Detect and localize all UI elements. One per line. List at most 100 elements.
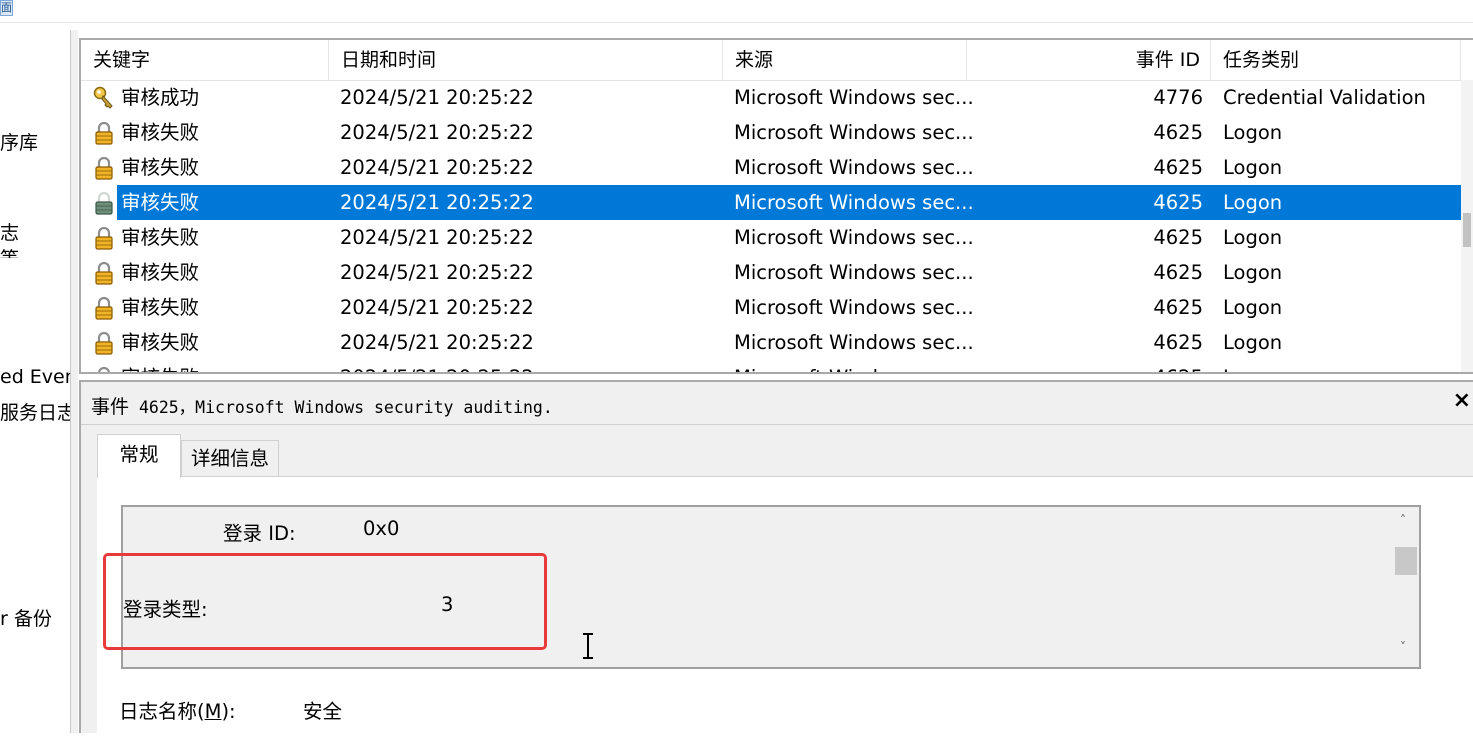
column-header-datetime[interactable]: 日期和时间 xyxy=(329,40,723,80)
table-row[interactable]: 审核失败 2024/5/21 20:25:22 Microsoft Windows … xyxy=(81,185,1461,220)
lock-icon xyxy=(95,226,113,250)
table-row[interactable]: 审核失败 2024/5/21 20:25:22 Microsoft Windows … xyxy=(81,325,1461,360)
cell-event-id: 4776 xyxy=(1153,86,1203,109)
cell-datetime: 2024/5/21 20:25:22 xyxy=(340,121,534,144)
table-row[interactable]: 审核失败 2024/5/21 20:25:22 Microsoft Windows … xyxy=(81,360,1461,372)
cell-task-category: Logon xyxy=(1223,331,1283,354)
cell-source: Microsoft Windows sec... xyxy=(734,360,974,372)
logon-id-label: 登录 ID: xyxy=(223,522,296,545)
tree-item-1[interactable]: 志 xyxy=(0,218,19,245)
scroll-down-icon[interactable]: ˅ xyxy=(1400,640,1406,654)
list-header: 关键字 日期和时间 来源 事件 ID 任务类别 xyxy=(81,40,1473,81)
cell-event-id: 4625 xyxy=(1153,261,1203,284)
detail-title-text: 4625，Microsoft Windows security auditing… xyxy=(129,398,553,417)
cell-keyword: 审核成功 xyxy=(121,86,200,109)
divider xyxy=(81,424,1473,425)
description-scrollbar[interactable]: ˄ ˅ xyxy=(1393,507,1419,667)
lock-icon xyxy=(95,331,113,355)
column-header-keyword[interactable]: 关键字 xyxy=(81,40,329,80)
table-row[interactable]: 审核失败 2024/5/21 20:25:22 Microsoft Windows … xyxy=(81,150,1461,185)
lock-icon xyxy=(95,156,113,180)
cell-keyword: 审核失败 xyxy=(121,191,200,214)
scroll-up-icon[interactable]: ˄ xyxy=(1400,513,1406,527)
cell-event-id: 4625 xyxy=(1153,156,1203,179)
lock-icon xyxy=(98,366,110,372)
cell-source: Microsoft Windows sec... xyxy=(734,121,974,144)
cell-datetime: 2024/5/21 20:25:22 xyxy=(340,331,534,354)
lock-icon xyxy=(95,296,113,320)
logon-id-value: 0x0 xyxy=(363,517,400,540)
cell-event-id: 4625 xyxy=(1153,121,1203,144)
cell-keyword: 审核失败 xyxy=(121,296,200,319)
cell-keyword: 审核失败 xyxy=(121,360,199,372)
cell-datetime: 2024/5/21 20:25:22 xyxy=(340,191,534,214)
tab-details[interactable]: 详细信息 xyxy=(181,440,279,476)
table-row[interactable]: 审核失败 2024/5/21 20:25:22 Microsoft Windows … xyxy=(81,115,1461,150)
cell-keyword: 审核失败 xyxy=(121,121,200,144)
description-scrollbar-thumb[interactable] xyxy=(1395,547,1417,575)
detail-title-prefix: 事件 xyxy=(91,396,130,418)
cell-keyword: 审核失败 xyxy=(121,156,200,179)
table-row[interactable]: 审核失败 2024/5/21 20:25:22 Microsoft Windows … xyxy=(81,255,1461,290)
column-header-source[interactable]: 来源 xyxy=(723,40,967,80)
cell-source: Microsoft Windows sec... xyxy=(734,191,974,214)
cell-event-id: 4625 xyxy=(1153,296,1203,319)
cell-datetime: 2024/5/21 20:25:22 xyxy=(340,226,534,249)
cell-keyword: 审核失败 xyxy=(121,331,200,354)
lock-icon xyxy=(95,261,113,285)
pane-splitter[interactable] xyxy=(70,30,78,733)
cell-event-id: 4625 xyxy=(967,360,1203,372)
column-header-task-category[interactable]: 任务类别 xyxy=(1211,40,1461,80)
log-name-label-post: ): xyxy=(221,700,236,723)
column-header-event-id[interactable]: 事件 ID xyxy=(967,40,1211,80)
tree-item-2[interactable]: 等 xyxy=(0,244,19,258)
cell-source: Microsoft Windows sec... xyxy=(734,296,974,319)
menu-icon[interactable]: 面 xyxy=(0,0,13,16)
cell-task-category: Logon xyxy=(1223,226,1283,249)
cell-task-category: Credential Validation xyxy=(1223,86,1426,109)
cell-source: Microsoft Windows sec... xyxy=(734,86,974,109)
cell-source: Microsoft Windows sec... xyxy=(734,156,974,179)
cell-event-id: 4625 xyxy=(1153,331,1203,354)
cell-datetime: 2024/5/21 20:25:22 xyxy=(340,261,534,284)
key-icon xyxy=(93,86,113,109)
navigation-tree: 序库 志 等 ed Even 服务日志 r 备份 xyxy=(0,30,71,733)
highlight-box xyxy=(103,553,547,650)
tree-item-0[interactable]: 序库 xyxy=(0,128,38,155)
table-row[interactable]: 审核失败 2024/5/21 20:25:22 Microsoft Windows … xyxy=(81,220,1461,255)
cell-keyword: 审核失败 xyxy=(121,226,200,249)
cell-source: Microsoft Windows sec... xyxy=(734,226,974,249)
lock-icon xyxy=(95,191,113,215)
table-row[interactable]: 审核成功 2024/5/21 20:25:22 Microsoft Windows … xyxy=(81,80,1461,115)
cell-task-category: Logon xyxy=(1223,360,1282,372)
log-name-label: 日志名称(M): xyxy=(119,695,236,724)
cell-datetime: 2024/5/21 20:25:22 xyxy=(340,156,534,179)
tree-item-4[interactable]: 服务日志 xyxy=(0,398,70,425)
list-scrollbar-thumb[interactable] xyxy=(1463,213,1471,247)
log-name-value: 安全 xyxy=(303,700,343,723)
cell-datetime: 2024/5/21 20:25:22 xyxy=(340,360,534,372)
table-row[interactable]: 审核失败 2024/5/21 20:25:22 Microsoft Windows … xyxy=(81,290,1461,325)
cell-task-category: Logon xyxy=(1223,261,1283,284)
cell-task-category: Logon xyxy=(1223,296,1283,319)
top-menu-strip: 面 xyxy=(0,0,1473,23)
lock-icon xyxy=(95,121,113,145)
cell-task-category: Logon xyxy=(1223,191,1283,214)
cell-keyword: 审核失败 xyxy=(121,261,200,284)
tab-general[interactable]: 常规 xyxy=(97,434,181,478)
cell-task-category: Logon xyxy=(1223,121,1283,144)
close-icon[interactable]: × xyxy=(1453,388,1471,413)
cell-datetime: 2024/5/21 20:25:22 xyxy=(340,86,534,109)
log-name-label-pre: 日志名称( xyxy=(119,700,205,723)
tree-item-3[interactable]: ed Even xyxy=(0,366,70,388)
tree-item-5[interactable]: r 备份 xyxy=(0,604,52,631)
cell-event-id: 4625 xyxy=(1153,191,1203,214)
cell-source: Microsoft Windows sec... xyxy=(734,331,974,354)
event-list: 关键字 日期和时间 来源 事件 ID 任务类别 审核成功 2024/5/21 20… xyxy=(79,38,1473,374)
text-cursor-icon xyxy=(583,633,593,659)
detail-title: 事件 4625，Microsoft Windows security audit… xyxy=(91,392,553,419)
cell-source: Microsoft Windows sec... xyxy=(734,261,974,284)
list-scrollbar[interactable] xyxy=(1461,80,1473,372)
log-name-accesskey: M xyxy=(204,700,222,723)
cell-task-category: Logon xyxy=(1223,156,1283,179)
